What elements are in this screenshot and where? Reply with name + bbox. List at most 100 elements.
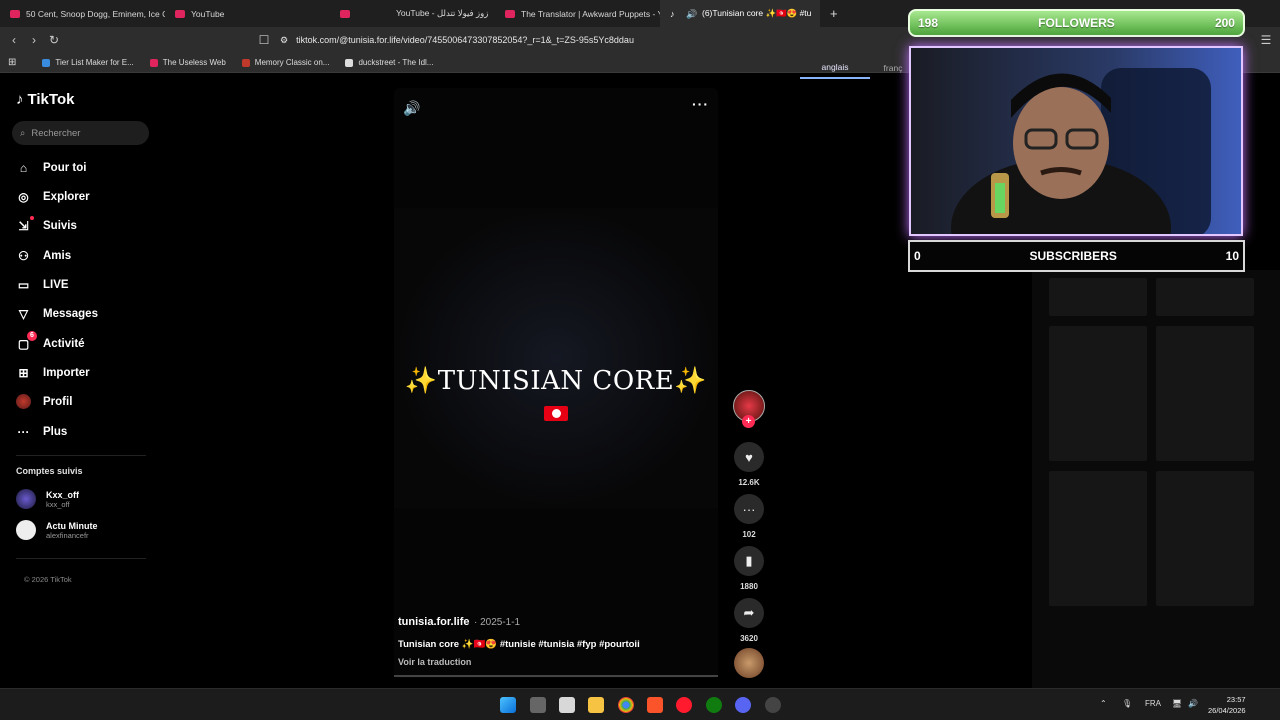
back-icon[interactable]: ‹: [4, 33, 24, 47]
following-title: Comptes suivis: [16, 466, 83, 476]
tab-2[interactable]: YouTube: [165, 0, 330, 27]
youtube-icon: [340, 9, 350, 18]
memory-icon: [241, 58, 250, 67]
tunisia-flag-icon: [544, 406, 568, 421]
nav-messages[interactable]: ▽ Messages: [16, 306, 98, 321]
volume-tray-icon[interactable]: 🔊: [1188, 699, 1198, 708]
video-progress-bar[interactable]: [394, 675, 718, 677]
reload-icon[interactable]: ↻: [44, 33, 64, 47]
copyright: © 2026 TikTok: [24, 575, 72, 584]
comments-panel-loading: [1032, 270, 1280, 688]
search-icon: ⌕: [20, 127, 26, 139]
bookmark-item[interactable]: duckstreet - The Idl...: [337, 58, 441, 67]
tiktok-sidebar: ♪ TikTok ⌕ Rechercher ⌂ Pour toi ◎ Explorer …: [0, 73, 160, 688]
video-frame: [394, 208, 718, 508]
nav-explorer[interactable]: ◎ Explorer: [16, 189, 89, 204]
input-language[interactable]: FRA: [1145, 699, 1161, 708]
video-caption: Tunisian core ✨🇹🇳😍 #tunisie #tunisia #fy…: [398, 639, 640, 650]
placeholder-card: [1049, 326, 1147, 461]
youtube-icon: [175, 9, 185, 18]
home-icon: ⌂: [19, 160, 28, 175]
share-button[interactable]: ➦ 3620: [733, 598, 765, 643]
heart-icon: ♥: [734, 442, 764, 472]
volume-icon[interactable]: 🔊: [403, 100, 420, 117]
video-overlay-title: ✨TUNISIAN CORE✨: [404, 366, 708, 396]
video-date: · 2025-1-1: [473, 617, 521, 628]
opera-icon[interactable]: [676, 697, 692, 713]
chrome-icon[interactable]: [618, 697, 634, 713]
nav-profil[interactable]: Profil: [16, 394, 72, 409]
nav-pour-toi[interactable]: ⌂ Pour toi: [16, 160, 87, 175]
comment-button[interactable]: ··· 102: [733, 494, 765, 539]
brave-icon[interactable]: [647, 697, 663, 713]
clock[interactable]: 23:57 26/04/2026: [1208, 694, 1246, 716]
placeholder-card: [1049, 471, 1147, 606]
mic-icon[interactable]: 🎙: [1122, 699, 1132, 708]
share-icon: ➦: [734, 598, 764, 628]
search-input[interactable]: ⌕ Rechercher: [12, 121, 149, 145]
followed-account[interactable]: Kxx_off kxx_off: [16, 489, 79, 509]
like-button[interactable]: ♥ 12.6K: [733, 442, 765, 487]
bookmark-item[interactable]: The Useless Web: [142, 58, 234, 67]
divider: [16, 455, 146, 456]
nav-suivis[interactable]: ⇲ Suivis: [16, 216, 77, 233]
placeholder-card: [1156, 326, 1254, 461]
tiktok-icon: ♪: [670, 8, 675, 19]
url-text: tiktok.com/@tunisia.for.life/video/74550…: [296, 35, 634, 45]
placeholder-card: [1049, 278, 1147, 316]
video-username[interactable]: tunisia.for.life: [398, 616, 470, 628]
xbox-icon[interactable]: [706, 697, 722, 713]
comment-icon: ···: [734, 494, 764, 524]
nav-activite[interactable]: ▢ 6 Activité: [16, 331, 85, 351]
nav-live[interactable]: ▭ LIVE: [16, 277, 69, 292]
video-player[interactable]: ✨TUNISIAN CORE✨: [394, 88, 718, 678]
video-info: tunisia.for.life · 2025-1-1 Tunisian cor…: [398, 612, 718, 667]
forward-icon[interactable]: ›: [24, 33, 44, 47]
network-icon[interactable]: 🖥: [1172, 699, 1182, 708]
discord-icon[interactable]: [735, 697, 751, 713]
useless-web-icon: [149, 58, 158, 67]
address-bar[interactable]: ⚙ tiktok.com/@tunisia.for.life/video/745…: [280, 30, 900, 50]
start-icon[interactable]: [500, 697, 516, 713]
tab-4[interactable]: The Translator | Awkward Puppets - Y: [495, 0, 660, 27]
notepad-icon[interactable]: [559, 697, 575, 713]
more-options-icon[interactable]: ···: [692, 96, 709, 112]
webcam-feed: [909, 46, 1243, 236]
tab-active[interactable]: ♪🔊(6)Tunisian core ✨🇹🇳😍 #tu✕: [660, 0, 820, 27]
file-explorer-icon[interactable]: [588, 697, 604, 713]
translate-option[interactable]: franç: [878, 57, 908, 79]
tiktok-logo[interactable]: ♪ TikTok: [16, 91, 74, 108]
speaker-icon: 🔊: [686, 8, 698, 19]
bookmark-item[interactable]: Tier List Maker for E...: [34, 58, 141, 67]
activity-icon: ▢ 6: [16, 331, 37, 351]
tab-1[interactable]: 50 Cent, Snoop Dogg, Eminem, Ice C: [0, 0, 165, 27]
duck-icon: [345, 58, 354, 67]
tiktok-icon: ♪: [16, 91, 24, 108]
tray-chevron-icon[interactable]: ⌃: [1100, 699, 1107, 708]
nav-amis[interactable]: ⚇ Amis: [16, 248, 71, 263]
youtube-icon: [10, 9, 20, 18]
avatar: [16, 520, 36, 540]
menu-icon[interactable]: ☰: [1256, 33, 1276, 47]
site-info-icon[interactable]: ⚙: [280, 35, 288, 46]
music-disc-icon[interactable]: [734, 648, 764, 678]
translate-link[interactable]: Voir la traduction: [398, 657, 718, 667]
apps-icon[interactable]: ⊞: [0, 57, 24, 68]
bookmark-icon[interactable]: ☐: [254, 33, 274, 47]
save-button[interactable]: ▮ 1880: [733, 546, 765, 591]
youtube-icon: [505, 9, 515, 18]
nav-plus[interactable]: ··· Plus: [16, 424, 68, 439]
bookmark-icon: ▮: [734, 546, 764, 576]
settings-icon[interactable]: [765, 697, 781, 713]
bookmark-item[interactable]: Memory Classic on...: [234, 58, 338, 67]
tab-3[interactable]: YouTube - زوز فيولا تتدلل: [330, 0, 495, 27]
following-icon: ⇲: [16, 216, 34, 233]
task-view-icon[interactable]: [530, 697, 546, 713]
followed-account[interactable]: Actu Minute alexfinancefr: [16, 520, 98, 540]
compass-icon: ◎: [18, 189, 29, 204]
follow-plus-icon[interactable]: +: [742, 415, 755, 428]
new-tab-button[interactable]: +: [820, 6, 848, 21]
nav-importer[interactable]: ⊞ Importer: [16, 365, 89, 380]
translate-option-active[interactable]: anglais: [800, 57, 870, 79]
windows-taskbar: ⌃ 🎙 FRA 🖥 🔊 23:57 26/04/2026: [0, 688, 1280, 720]
